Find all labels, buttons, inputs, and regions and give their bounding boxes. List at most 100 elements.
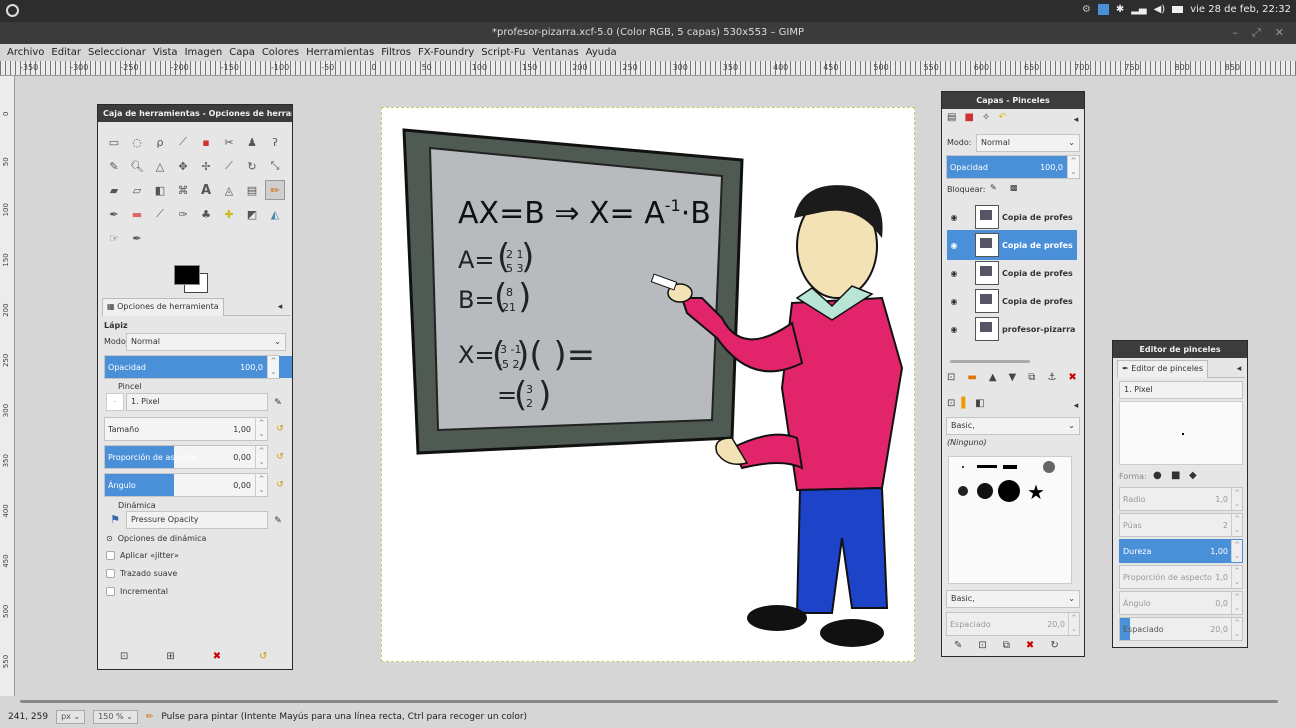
flip-tool-icon[interactable]: ◧ <box>150 180 170 200</box>
brush-field[interactable]: 1. Pixel <box>126 393 268 411</box>
edit-dynamics-icon[interactable]: ✎ <box>272 515 284 527</box>
duplicate-brush-icon[interactable]: ⧉ <box>1003 640 1010 651</box>
layer-row[interactable]: ◉ profesor-pizarra <box>947 314 1077 344</box>
select-by-color-tool-icon[interactable]: ▪ <box>196 132 216 152</box>
align-tool-icon[interactable]: ✢ <box>196 156 216 176</box>
aspect-reset-icon[interactable]: ↺ <box>274 451 286 463</box>
dodge-burn-tool-icon[interactable]: ✒ <box>127 228 147 248</box>
tab-menu-icon[interactable]: ◂ <box>274 301 286 313</box>
unit-select[interactable]: px ⌄ <box>56 710 86 724</box>
eraser-tool-icon[interactable]: ▬ <box>127 204 147 224</box>
paintbrush-tool-icon[interactable]: ✒ <box>104 204 124 224</box>
app-menu-icon[interactable] <box>6 4 19 17</box>
size-slider[interactable]: Tamaño 1,00 ^ ⌄ <box>104 417 268 441</box>
volume-icon[interactable]: ◀) <box>1154 4 1166 15</box>
dynamics-options-expander[interactable]: ⊙ Opciones de dinámica <box>106 534 206 543</box>
brush-angle-spinner[interactable]: ^ ⌄ <box>1231 592 1242 614</box>
brushes-tab-icon[interactable]: ⊡ <box>947 398 955 409</box>
menu-ventanas[interactable]: Ventanas <box>532 47 578 58</box>
brush-name-field[interactable]: 1. Pixel <box>1119 381 1243 399</box>
layer-opacity-spinner[interactable]: ^ ⌄ <box>1067 156 1079 178</box>
eye-icon[interactable]: ◉ <box>947 325 961 334</box>
channels-tab-icon[interactable]: ■ <box>964 112 973 123</box>
battery-icon[interactable] <box>1172 6 1184 13</box>
vertical-ruler[interactable]: 0 50 100 150 200 250 300 350 400 450 500 550 <box>0 76 15 696</box>
vertical-scrollbar[interactable] <box>1283 76 1296 696</box>
fg-bg-colors[interactable] <box>174 265 214 297</box>
gimp-tray-icon[interactable]: ⚙ <box>1082 4 1091 15</box>
layers-tab-menu-icon[interactable]: ◂ <box>1070 114 1082 126</box>
anchor-layer-icon[interactable]: ⚓ <box>1047 372 1056 383</box>
eye-icon[interactable]: ◉ <box>947 269 961 278</box>
brushes-tab-menu-icon[interactable]: ◂ <box>1070 400 1082 412</box>
opacity-slider[interactable]: Opacidad 100,0 ^ ⌄ <box>104 355 292 379</box>
cage-tool-icon[interactable]: ⌘ <box>173 180 193 200</box>
dynamics-field[interactable]: Pressure Opacity <box>126 511 268 529</box>
lock-pixels-icon[interactable]: ✎ <box>990 183 997 192</box>
clock[interactable]: vie 28 de feb, 22:32 <box>1190 4 1291 15</box>
scale-tool-icon[interactable]: ⤡ <box>265 156 285 176</box>
free-select-tool-icon[interactable]: ρ <box>150 132 170 152</box>
lock-alpha-icon[interactable]: ▩ <box>1010 183 1018 192</box>
menu-seleccionar[interactable]: Seleccionar <box>88 47 146 58</box>
gradients-tab-icon[interactable]: ◧ <box>975 398 984 409</box>
layers-hscrollbar[interactable] <box>950 360 1030 363</box>
brush-set-select[interactable]: Basic, ⌄ <box>946 590 1080 608</box>
scissors-tool-icon[interactable]: ✂ <box>219 132 239 152</box>
spacing-spinner[interactable]: ^ ⌄ <box>1231 618 1242 640</box>
menu-capa[interactable]: Capa <box>229 47 255 58</box>
signal-icon[interactable]: ▂▄ <box>1131 4 1146 15</box>
dynamics-icon[interactable]: ⚑ <box>106 510 124 528</box>
paths-tool-icon[interactable]: ʔ <box>265 132 285 152</box>
menu-colores[interactable]: Colores <box>262 47 299 58</box>
brush-spacing-slider[interactable]: Espaciado 20,0 ^ ⌄ <box>946 612 1080 636</box>
bluetooth-icon[interactable]: ✱ <box>1116 4 1124 15</box>
opacity-spinner[interactable]: ^ ⌄ <box>267 356 279 378</box>
tab-brush-editor[interactable]: ✒ Editor de pinceles <box>1117 359 1209 378</box>
tab-tool-options[interactable]: ▦ Opciones de herramienta <box>102 297 224 316</box>
shape-circle-icon[interactable]: ● <box>1153 470 1162 481</box>
menu-herramientas[interactable]: Herramientas <box>306 47 374 58</box>
size-spinner[interactable]: ^ ⌄ <box>255 418 267 440</box>
ellipse-select-tool-icon[interactable]: ◌ <box>127 132 147 152</box>
eye-icon[interactable]: ◉ <box>947 213 961 222</box>
layers-tab-icon[interactable]: ▤ <box>947 112 956 123</box>
spikes-spinner[interactable]: ^ ⌄ <box>1231 514 1242 536</box>
delete-layer-icon[interactable]: ✖ <box>1068 372 1076 383</box>
layer-row-selected[interactable]: ◉ Copia de profes <box>947 230 1077 260</box>
foreground-color-swatch[interactable] <box>174 265 200 285</box>
layer-row[interactable]: ◉ Copia de profes <box>947 258 1077 288</box>
delete-brush-icon[interactable]: ✖ <box>1026 640 1034 651</box>
undo-tab-icon[interactable]: ↶ <box>998 112 1006 123</box>
text-tool-icon[interactable]: A <box>196 180 216 200</box>
crop-tool-icon[interactable]: ⟋ <box>219 156 239 176</box>
brush-preview[interactable]: · <box>106 393 124 411</box>
eye-icon[interactable]: ◉ <box>947 241 961 250</box>
spacing-spinner[interactable]: ^ ⌄ <box>1068 613 1079 635</box>
menu-ayuda[interactable]: Ayuda <box>586 47 617 58</box>
aspect-spinner[interactable]: ^ ⌄ <box>255 446 267 468</box>
menu-vista[interactable]: Vista <box>153 47 178 58</box>
heal-tool-icon[interactable]: ✚ <box>219 204 239 224</box>
angle-slider[interactable]: Ángulo 0,00 ^ ⌄ <box>104 473 268 497</box>
image-canvas[interactable]: AX=B ⇒ X= A-1·B A= ( ) 2 1 5 3 B= ( ) 8 … <box>381 107 915 662</box>
shape-diamond-icon[interactable]: ◆ <box>1189 470 1197 481</box>
incremental-checkbox[interactable]: Incremental <box>106 587 168 596</box>
aspect-ratio-slider[interactable]: Proporción de aspecto 1,0 ^ ⌄ <box>1119 565 1243 589</box>
move-tool-icon[interactable]: ✥ <box>173 156 193 176</box>
angle-reset-icon[interactable]: ↺ <box>274 479 286 491</box>
blur-tool-icon[interactable]: ◭ <box>265 204 285 224</box>
maximize-button[interactable]: ⤢ <box>1252 26 1261 40</box>
horizontal-ruler[interactable]: -350 -300 -250 -200 -150 -100 -50 0 50 100 150 200 2… <box>0 61 1296 76</box>
brush-editor-menu-icon[interactable]: ◂ <box>1233 363 1245 375</box>
spacing-slider[interactable]: Espaciado 20,0 ^ ⌄ <box>1119 617 1243 641</box>
radius-slider[interactable]: Radio 1,0 ^ ⌄ <box>1119 487 1243 511</box>
color-picker-tool-icon[interactable]: ✎ <box>104 156 124 176</box>
perspective-clone-tool-icon[interactable]: ◩ <box>242 204 262 224</box>
foreground-select-tool-icon[interactable]: ♟ <box>242 132 262 152</box>
shape-square-icon[interactable]: ■ <box>1171 470 1180 481</box>
edit-brush-icon[interactable]: ✎ <box>954 640 962 651</box>
menu-editar[interactable]: Editar <box>51 47 81 58</box>
mode-select[interactable]: Normal ⌄ <box>126 333 286 351</box>
menu-filtros[interactable]: Filtros <box>381 47 411 58</box>
